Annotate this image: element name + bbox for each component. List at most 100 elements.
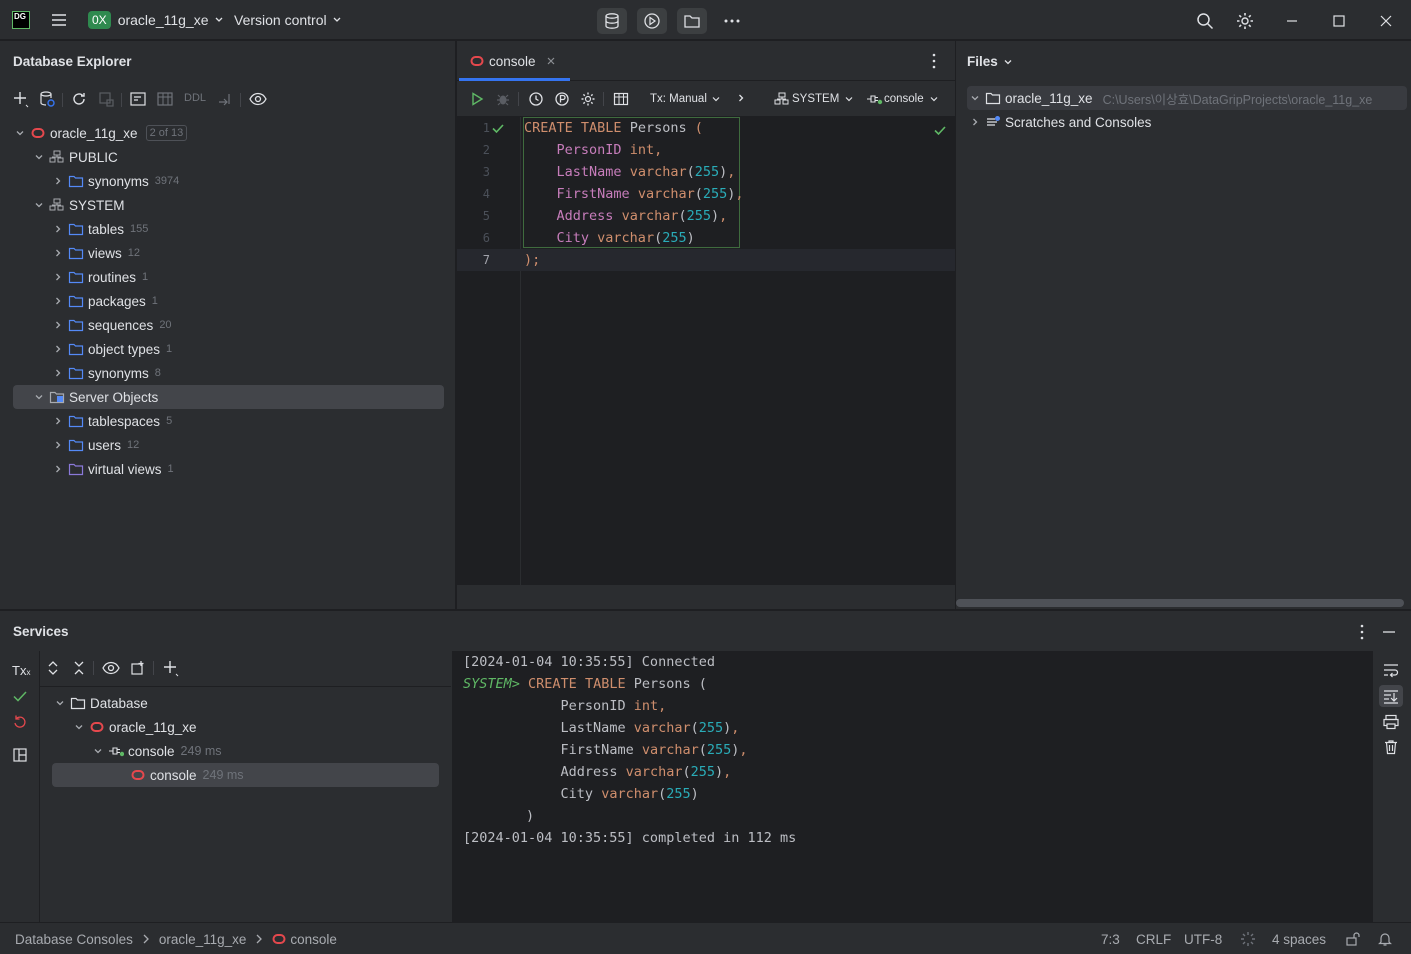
jump-to-source-button[interactable]: [215, 89, 235, 109]
files-button[interactable]: [677, 8, 707, 34]
tab-console[interactable]: console: [467, 50, 558, 72]
project-selector[interactable]: 0X oracle_11g_xe: [88, 0, 226, 40]
line-ending[interactable]: CRLF: [1136, 923, 1171, 954]
tree-node-public-synonyms[interactable]: synonyms 3974: [50, 169, 179, 193]
code-line-3[interactable]: LastName varchar(255),: [524, 161, 736, 183]
chevron-right-icon[interactable]: [50, 221, 66, 237]
transaction-mode-dropdown[interactable]: Tx: Manual: [650, 90, 722, 108]
maximize-button[interactable]: [1326, 8, 1352, 34]
tab-options-button[interactable]: [926, 52, 942, 70]
services-node-datasource[interactable]: oracle_11g_xe: [71, 715, 197, 739]
chevron-right-icon[interactable]: [50, 437, 66, 453]
console-settings-button[interactable]: [578, 89, 598, 109]
chevron-right-icon[interactable]: [50, 365, 66, 381]
code-line-2[interactable]: PersonID int,: [524, 139, 663, 161]
expand-all-button[interactable]: [43, 658, 63, 678]
close-window-button[interactable]: [1373, 8, 1399, 34]
code-line-1[interactable]: CREATE TABLE Persons (: [524, 117, 703, 139]
tree-node-views[interactable]: views 12: [50, 241, 140, 265]
chevron-right-icon[interactable]: [50, 293, 66, 309]
execute-button[interactable]: [467, 89, 487, 109]
code-line-5[interactable]: Address varchar(255),: [524, 205, 728, 227]
main-menu-button[interactable]: [50, 0, 68, 40]
breadcrumb-item[interactable]: oracle_11g_xe: [159, 932, 247, 947]
chevron-down-icon[interactable]: [31, 197, 47, 213]
services-options-button[interactable]: [1354, 623, 1370, 641]
caret-position[interactable]: 7:3: [1101, 923, 1120, 954]
indent-setting[interactable]: 4 spaces: [1272, 923, 1326, 954]
settings-button[interactable]: [1232, 8, 1258, 34]
code-line-4[interactable]: FirstName varchar(255),: [524, 183, 744, 205]
schema-selector[interactable]: SYSTEM: [774, 90, 855, 108]
services-button[interactable]: [637, 8, 667, 34]
tree-node-sequences[interactable]: sequences 20: [50, 313, 172, 337]
horizontal-scrollbar[interactable]: [956, 599, 1404, 607]
jump-to-console-button[interactable]: [128, 89, 148, 109]
chevron-down-icon[interactable]: [31, 149, 47, 165]
new-tab-button[interactable]: [128, 658, 148, 678]
tree-node-datasource[interactable]: oracle_11g_xe 2 of 13: [12, 121, 188, 145]
output-table-button[interactable]: [611, 89, 631, 109]
file-encoding[interactable]: UTF-8: [1184, 923, 1222, 954]
chevron-down-icon[interactable]: [967, 90, 983, 106]
inspection-ok-icon[interactable]: [933, 123, 947, 137]
clear-output-button[interactable]: [1382, 739, 1400, 755]
data-source-properties-button[interactable]: [37, 89, 57, 109]
commit-button[interactable]: [12, 688, 28, 704]
chevron-down-icon[interactable]: [52, 695, 68, 711]
hide-panel-button[interactable]: [1381, 623, 1397, 641]
scroll-to-end-button[interactable]: [1379, 685, 1403, 707]
services-node-database[interactable]: Database: [52, 691, 148, 715]
history-button[interactable]: [526, 89, 546, 109]
scratches-node[interactable]: Scratches and Consoles: [967, 110, 1151, 134]
indexing-indicator[interactable]: [1240, 923, 1256, 954]
app-logo[interactable]: DG: [12, 0, 30, 40]
tree-node-object-types[interactable]: object types 1: [50, 337, 172, 361]
close-tab-icon[interactable]: [544, 54, 558, 68]
chevron-right-icon[interactable]: [50, 245, 66, 261]
tree-node-tablespaces[interactable]: tablespaces 5: [50, 409, 172, 433]
ddl-button[interactable]: DDL: [184, 92, 206, 104]
print-button[interactable]: [1382, 714, 1400, 730]
breadcrumb-item[interactable]: console: [290, 932, 337, 947]
disconnect-button[interactable]: [96, 89, 116, 109]
chevron-right-icon[interactable]: [967, 114, 983, 130]
session-selector[interactable]: console: [866, 90, 940, 108]
tree-node-server-objects[interactable]: Server Objects: [13, 385, 444, 409]
view-options-button[interactable]: [248, 89, 268, 109]
tree-node-virtual-views[interactable]: virtual views 1: [50, 457, 174, 481]
layout-button[interactable]: [12, 747, 28, 763]
tree-node-users[interactable]: users 12: [50, 433, 139, 457]
files-root-node[interactable]: oracle_11g_xe C:\Users\이상효\DataGripProje…: [967, 86, 1407, 110]
read-only-toggle[interactable]: [1345, 923, 1361, 954]
chevron-right-icon[interactable]: [50, 461, 66, 477]
version-control-menu[interactable]: Version control: [234, 0, 344, 40]
chevron-down-icon[interactable]: [90, 743, 106, 759]
chevron-right-icon[interactable]: [50, 173, 66, 189]
code-line-6[interactable]: City varchar(255): [524, 227, 695, 249]
chevron-down-icon[interactable]: [71, 719, 87, 735]
code-line-7[interactable]: );: [524, 249, 540, 271]
chevron-right-icon[interactable]: [50, 341, 66, 357]
add-service-button[interactable]: [161, 658, 181, 678]
tree-node-schema-public[interactable]: PUBLIC: [31, 145, 118, 169]
debug-button[interactable]: [493, 89, 513, 109]
database-button[interactable]: [597, 8, 627, 34]
chevron-right-icon[interactable]: [50, 317, 66, 333]
tree-node-system-synonyms[interactable]: synonyms 8: [50, 361, 161, 385]
minimize-button[interactable]: [1279, 8, 1305, 34]
more-toolbar-button[interactable]: [735, 92, 747, 104]
chevron-right-icon[interactable]: [50, 269, 66, 285]
chevron-down-icon[interactable]: [12, 125, 28, 141]
soft-wrap-button[interactable]: [1382, 662, 1400, 678]
files-title-dropdown[interactable]: Files: [967, 54, 1014, 69]
tree-node-tables[interactable]: tables 155: [50, 217, 148, 241]
tree-node-packages[interactable]: packages 1: [50, 289, 158, 313]
edit-data-button[interactable]: [155, 89, 175, 109]
more-actions-button[interactable]: [719, 8, 745, 34]
search-everywhere-button[interactable]: [1192, 8, 1218, 34]
chevron-right-icon[interactable]: [50, 413, 66, 429]
services-view-options-button[interactable]: [101, 658, 121, 678]
rollback-button[interactable]: [12, 714, 28, 730]
tree-node-count[interactable]: 2 of 13: [145, 125, 188, 141]
